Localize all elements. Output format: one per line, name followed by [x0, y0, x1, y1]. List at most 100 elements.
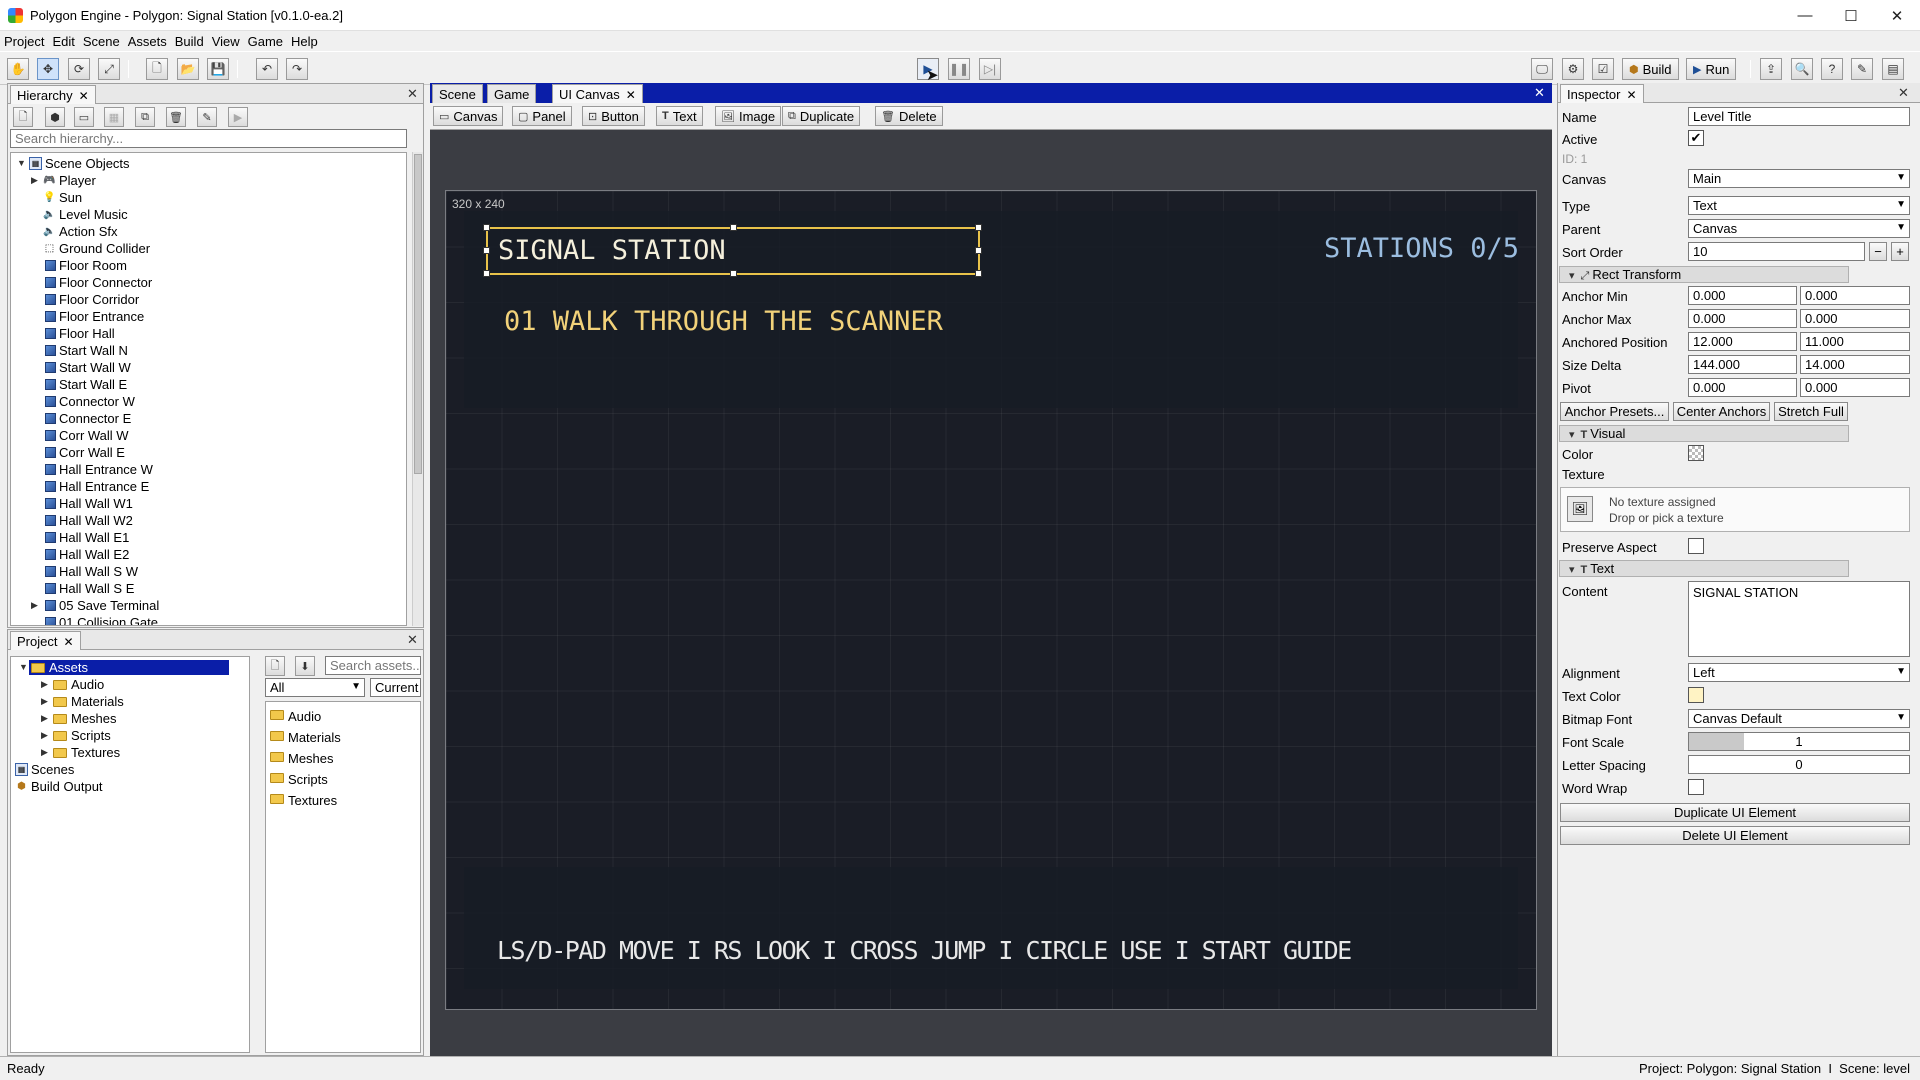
- stretch-full-button[interactable]: Stretch Full: [1774, 402, 1848, 421]
- expand-arrow-icon[interactable]: ▶: [41, 727, 51, 744]
- tree-item[interactable]: Hall Entrance W: [11, 461, 391, 478]
- tree-item-scene-objects[interactable]: ▼ ▦ Scene Objects: [11, 155, 391, 172]
- build-button[interactable]: ⬢ Build: [1622, 58, 1679, 80]
- folder-item[interactable]: ▶ Materials: [11, 693, 246, 710]
- tree-item[interactable]: Hall Wall W1: [11, 495, 391, 512]
- menu-build[interactable]: Build: [171, 31, 208, 50]
- tree-item[interactable]: Hall Wall S E: [11, 580, 391, 597]
- rename-icon[interactable]: ✎: [197, 107, 217, 127]
- pause-icon[interactable]: ❚❚: [948, 58, 970, 80]
- menu-project[interactable]: Project: [0, 31, 48, 50]
- pivot-y-field[interactable]: 0.000: [1800, 378, 1910, 397]
- tree-item[interactable]: Corr Wall W: [11, 427, 391, 444]
- preserve-aspect-checkbox[interactable]: [1688, 538, 1704, 554]
- close-tab-icon[interactable]: ✕: [626, 88, 636, 102]
- anchor-max-y-field[interactable]: 0.000: [1800, 309, 1910, 328]
- tab-game[interactable]: Game: [487, 84, 537, 103]
- tree-item[interactable]: Floor Hall: [11, 325, 391, 342]
- tree-item[interactable]: Start Wall E: [11, 376, 391, 393]
- tree-item[interactable]: ▦ Scenes: [11, 761, 246, 778]
- pivot-x-field[interactable]: 0.000: [1688, 378, 1797, 397]
- type-select[interactable]: Text: [1688, 196, 1910, 215]
- asset-list-item[interactable]: Materials: [266, 727, 416, 748]
- resize-handle[interactable]: [975, 224, 982, 231]
- tree-item[interactable]: Connector E: [11, 410, 391, 427]
- add-text-button[interactable]: T Text: [656, 106, 703, 126]
- sort-order-field[interactable]: 10: [1688, 242, 1865, 261]
- close-panel-icon[interactable]: ✕: [1534, 85, 1545, 101]
- menu-game[interactable]: Game: [244, 31, 287, 50]
- add-button-button[interactable]: ⊡ Button: [582, 106, 645, 126]
- tree-item[interactable]: 01 Collision Gate: [11, 614, 391, 625]
- asset-scope-select[interactable]: Current Folder: [370, 678, 421, 697]
- help-circle-icon[interactable]: ?: [1821, 58, 1843, 80]
- expand-arrow-icon[interactable]: ▶: [41, 676, 51, 693]
- expand-arrow-icon[interactable]: ▶: [41, 693, 51, 710]
- step-icon[interactable]: ▷|: [979, 58, 1001, 80]
- folder-item[interactable]: ▶ Textures: [11, 744, 246, 761]
- letter-spacing-field[interactable]: 0: [1688, 755, 1910, 774]
- expand-arrow-icon[interactable]: ▶: [31, 172, 41, 189]
- tree-item[interactable]: Corr Wall E: [11, 444, 391, 461]
- checklist-icon[interactable]: ☑: [1592, 58, 1614, 80]
- document-search-icon[interactable]: 🔍: [1791, 58, 1813, 80]
- export-icon[interactable]: ⇪: [1760, 58, 1782, 80]
- anchor-min-y-field[interactable]: 0.000: [1800, 286, 1910, 305]
- tree-item[interactable]: ▶ 🎮 Player: [11, 172, 391, 189]
- folder-item[interactable]: ▶ Scripts: [11, 727, 246, 744]
- text-section[interactable]: ▾ T Text: [1559, 560, 1849, 577]
- duplicate-ui-element-button[interactable]: Duplicate UI Element: [1560, 803, 1910, 822]
- close-tab-icon[interactable]: ✕: [79, 89, 89, 103]
- tab-scene[interactable]: Scene: [432, 84, 483, 103]
- copy-icon[interactable]: ⧉: [135, 107, 155, 127]
- rotate-tool-icon[interactable]: ⟳: [68, 58, 90, 80]
- resize-handle[interactable]: [483, 247, 490, 254]
- add-mesh-icon[interactable]: ⬢: [45, 107, 65, 127]
- anchored-pos-y-field[interactable]: 11.000: [1800, 332, 1910, 351]
- tree-item[interactable]: Hall Wall W2: [11, 512, 391, 529]
- tree-item[interactable]: Floor Corridor: [11, 291, 391, 308]
- redo-icon[interactable]: ↷: [286, 58, 308, 80]
- resize-handle[interactable]: [483, 270, 490, 277]
- tree-item[interactable]: Floor Room: [11, 257, 391, 274]
- layout-icon[interactable]: ▤: [1882, 58, 1904, 80]
- resize-handle[interactable]: [975, 270, 982, 277]
- anchored-pos-x-field[interactable]: 12.000: [1688, 332, 1797, 351]
- hud-bottom-panel[interactable]: [464, 867, 1518, 989]
- close-panel-icon[interactable]: ✕: [407, 86, 418, 102]
- close-panel-icon[interactable]: ✕: [407, 632, 418, 648]
- delete-ui-element-button[interactable]: Delete UI Element: [1560, 826, 1910, 845]
- monitor-icon[interactable]: 🖵: [1531, 58, 1553, 80]
- import-asset-icon[interactable]: ⬇: [295, 656, 315, 676]
- tree-item[interactable]: 💡 Sun: [11, 189, 391, 206]
- sort-decrement-button[interactable]: −: [1869, 242, 1887, 261]
- hand-tool-icon[interactable]: ✋: [7, 58, 29, 80]
- tree-item[interactable]: Hall Entrance E: [11, 478, 391, 495]
- asset-list-item[interactable]: Scripts: [266, 769, 416, 790]
- ui-canvas-viewport[interactable]: 320 x 240 SIGNAL STATION STATIONS 0/5 01…: [430, 130, 1552, 1056]
- add-ui-icon[interactable]: ▭: [74, 107, 94, 127]
- folder-assets[interactable]: ▼ Assets: [11, 659, 246, 676]
- tree-item[interactable]: ▶ 05 Save Terminal: [11, 597, 391, 614]
- center-anchors-button[interactable]: Center Anchors: [1673, 402, 1770, 421]
- maximize-icon[interactable]: ☐: [1828, 0, 1874, 31]
- text-color-swatch[interactable]: [1688, 687, 1704, 703]
- expand-arrow-icon[interactable]: ▶: [31, 597, 41, 614]
- tree-item[interactable]: Start Wall N: [11, 342, 391, 359]
- active-checkbox[interactable]: ✔: [1688, 130, 1704, 146]
- texture-drop-area[interactable]: 🖼 No texture assigned Drop or pick a tex…: [1560, 487, 1910, 532]
- menu-edit[interactable]: Edit: [48, 31, 78, 50]
- hierarchy-scrollbar[interactable]: [412, 152, 423, 626]
- size-delta-y-field[interactable]: 14.000: [1800, 355, 1910, 374]
- tab-inspector[interactable]: Inspector ✕: [1560, 84, 1644, 103]
- tree-item[interactable]: Connector W: [11, 393, 391, 410]
- asset-list-item[interactable]: Audio: [266, 706, 416, 727]
- add-canvas-button[interactable]: ▭ Canvas: [433, 106, 504, 126]
- rect-transform-section[interactable]: ▾ ⤢ Rect Transform: [1559, 266, 1849, 283]
- tree-item[interactable]: Floor Connector: [11, 274, 391, 291]
- run-button[interactable]: ▶ Run: [1686, 58, 1737, 80]
- selected-title-element[interactable]: SIGNAL STATION: [483, 224, 982, 277]
- resize-handle[interactable]: [730, 270, 737, 277]
- menu-scene[interactable]: Scene: [79, 31, 124, 50]
- undo-icon[interactable]: ↶: [256, 58, 278, 80]
